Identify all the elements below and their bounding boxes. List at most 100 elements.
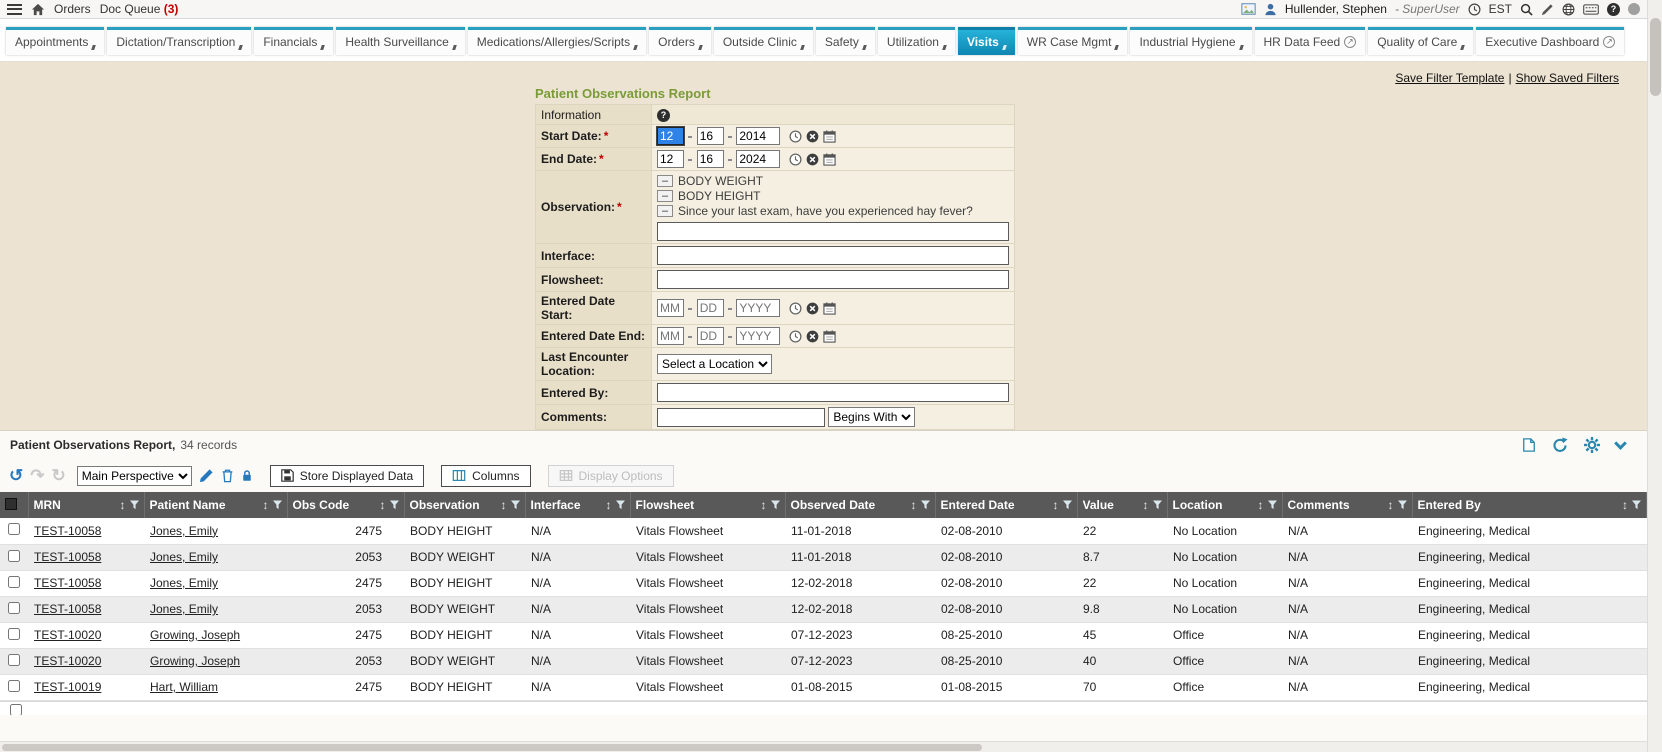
sort-icon[interactable]: ↕: [1388, 498, 1394, 512]
filter-icon[interactable]: [511, 500, 520, 510]
interface-input[interactable]: [657, 246, 1009, 265]
tab-utilization[interactable]: Utilization: [878, 27, 955, 55]
image-icon[interactable]: [1241, 3, 1256, 15]
entered-date-start-year-input[interactable]: [736, 299, 780, 317]
tab-outside-clinic[interactable]: Outside Clinic: [714, 27, 813, 55]
edit-perspective-icon[interactable]: [199, 468, 214, 483]
clear-date-icon[interactable]: [806, 153, 819, 166]
column-header[interactable]: Value ↕: [1077, 492, 1167, 518]
tab-executive-dashboard[interactable]: Executive Dashboard↗: [1476, 27, 1624, 55]
topbar-orders-menu[interactable]: Orders: [54, 2, 91, 16]
observation-search-input[interactable]: [657, 222, 1009, 241]
patient-name-link[interactable]: Growing, Joseph: [150, 628, 240, 642]
topbar-doc-queue-menu[interactable]: Doc Queue (3): [100, 2, 179, 16]
collapse-chevron-icon[interactable]: [1614, 437, 1627, 450]
entered-date-end-year-input[interactable]: [736, 327, 780, 345]
end-date-month-input[interactable]: [657, 150, 684, 168]
time-picker-icon[interactable]: [789, 153, 802, 166]
patient-name-link[interactable]: Jones, Emily: [150, 576, 218, 590]
clear-date-icon[interactable]: [806, 130, 819, 143]
entered-date-end-day-input[interactable]: [697, 327, 724, 345]
mrn-link[interactable]: TEST-10058: [34, 576, 101, 590]
column-header[interactable]: Observation ↕: [404, 492, 525, 518]
horizontal-scrollbar-thumb[interactable]: [2, 744, 982, 751]
sort-icon[interactable]: ↕: [120, 498, 126, 512]
remove-observation-button[interactable]: –: [657, 175, 673, 187]
entered-by-input[interactable]: [657, 383, 1009, 402]
remove-observation-button[interactable]: –: [657, 205, 673, 217]
flowsheet-input[interactable]: [657, 270, 1009, 289]
sort-icon[interactable]: ↕: [1143, 498, 1149, 512]
help-icon[interactable]: ?: [1607, 3, 1620, 16]
comments-input[interactable]: [657, 408, 825, 427]
patient-name-link[interactable]: Jones, Emily: [150, 524, 218, 538]
start-date-month-input[interactable]: [657, 127, 684, 145]
store-displayed-data-button[interactable]: Store Displayed Data: [270, 465, 424, 487]
sort-icon[interactable]: ↕: [501, 498, 507, 512]
calendar-icon[interactable]: [823, 302, 836, 315]
form-help-icon[interactable]: ?: [657, 109, 670, 122]
sort-icon[interactable]: ↕: [380, 498, 386, 512]
vertical-scrollbar[interactable]: [1647, 0, 1662, 752]
clock-icon[interactable]: [1468, 3, 1481, 16]
home-icon[interactable]: [31, 3, 45, 16]
column-header[interactable]: Interface ↕: [525, 492, 630, 518]
horizontal-scrollbar[interactable]: [0, 741, 1647, 752]
column-header[interactable]: Obs Code ↕: [287, 492, 404, 518]
patient-name-link[interactable]: Jones, Emily: [150, 550, 218, 564]
tab-appointments[interactable]: Appointments: [6, 27, 104, 55]
user-name[interactable]: Hullender, Stephen: [1285, 2, 1387, 16]
sort-icon[interactable]: ↕: [263, 498, 269, 512]
location-select[interactable]: Select a Location: [657, 354, 772, 374]
filter-icon[interactable]: [130, 500, 139, 510]
pencil-icon[interactable]: [1541, 3, 1554, 16]
undo-icon[interactable]: ↺: [9, 467, 23, 484]
patient-name-link[interactable]: Hart, William: [150, 680, 218, 694]
delete-perspective-icon[interactable]: [221, 468, 234, 483]
calendar-icon[interactable]: [823, 130, 836, 143]
tab-visits[interactable]: Visits: [958, 27, 1015, 55]
sort-icon[interactable]: ↕: [911, 498, 917, 512]
mrn-link[interactable]: TEST-10020: [34, 654, 101, 668]
start-date-day-input[interactable]: [697, 127, 724, 145]
filter-icon[interactable]: [616, 500, 625, 510]
row-checkbox[interactable]: [10, 704, 22, 715]
mrn-link[interactable]: TEST-10058: [34, 550, 101, 564]
column-header[interactable]: MRN ↕: [28, 492, 144, 518]
entered-date-end-month-input[interactable]: [657, 327, 684, 345]
calendar-icon[interactable]: [823, 330, 836, 343]
entered-date-start-month-input[interactable]: [657, 299, 684, 317]
search-icon[interactable]: [1520, 3, 1533, 16]
row-checkbox[interactable]: [8, 654, 20, 666]
tab-safety[interactable]: Safety: [816, 27, 875, 55]
row-checkbox[interactable]: [8, 523, 20, 535]
sort-icon[interactable]: ↕: [1053, 498, 1059, 512]
mrn-link[interactable]: TEST-10058: [34, 602, 101, 616]
mrn-link[interactable]: TEST-10020: [34, 628, 101, 642]
row-checkbox[interactable]: [8, 628, 20, 640]
tab-orders[interactable]: Orders: [649, 27, 711, 55]
column-header[interactable]: Flowsheet ↕: [630, 492, 785, 518]
filter-icon[interactable]: [921, 500, 930, 510]
column-header[interactable]: Location ↕: [1167, 492, 1282, 518]
row-checkbox[interactable]: [8, 576, 20, 588]
tab-health-surveillance[interactable]: Health Surveillance: [336, 27, 464, 55]
tab-hr-data-feed[interactable]: HR Data Feed↗: [1255, 27, 1366, 55]
entered-date-start-day-input[interactable]: [697, 299, 724, 317]
tab-financials[interactable]: Financials: [254, 27, 333, 55]
tab-industrial-hygiene[interactable]: Industrial Hygiene: [1130, 27, 1251, 55]
filter-icon[interactable]: [273, 500, 282, 510]
filter-icon[interactable]: [1632, 500, 1641, 510]
refresh-icon[interactable]: [1552, 437, 1568, 453]
mrn-link[interactable]: TEST-10019: [34, 680, 101, 694]
row-checkbox[interactable]: [8, 550, 20, 562]
end-date-day-input[interactable]: [697, 150, 724, 168]
sort-icon[interactable]: ↕: [1622, 498, 1628, 512]
start-date-year-input[interactable]: [736, 127, 780, 145]
columns-button[interactable]: Columns: [441, 465, 530, 487]
comments-match-select[interactable]: Begins With: [828, 407, 915, 427]
sort-icon[interactable]: ↕: [1258, 498, 1264, 512]
column-header[interactable]: Comments ↕: [1282, 492, 1412, 518]
mrn-link[interactable]: TEST-10058: [34, 524, 101, 538]
gear-icon[interactable]: [1584, 437, 1600, 453]
